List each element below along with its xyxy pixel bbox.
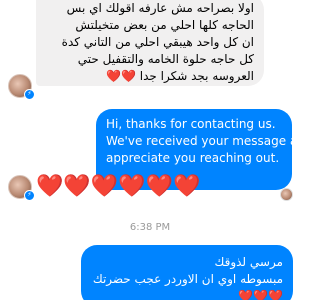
timestamp: 6:38 PM xyxy=(129,222,171,233)
incoming-message-bubble[interactable]: اولا بصراحه مش عارفه اقولك اي بس الحاجه … xyxy=(36,0,264,86)
message-line: We've received your message and xyxy=(106,134,300,148)
message-line: الحاجه كلها احلي من بعض متخيلتش xyxy=(75,18,254,32)
message-line: كل حاجه حلوة الخامه والتقفيل حتي xyxy=(77,52,254,66)
message-line: مبسوطه اوي ان الاوردر عجب حضرتك xyxy=(92,272,283,286)
heart-emoji: ❤️❤️❤️ xyxy=(238,289,283,300)
heart-emoji: ❤️❤️ xyxy=(106,69,136,83)
message-line: مرسي لذوقك xyxy=(214,255,283,269)
message-line: Hi, thanks for contacting us. xyxy=(106,117,276,131)
heart-emoji-message[interactable]: ❤️❤️❤️❤️❤️❤️ xyxy=(36,172,200,202)
messenger-badge-icon: ⚡ xyxy=(24,190,35,201)
message-line-with-emoji: العروسه بجد شكرا جدا ❤️❤️ xyxy=(46,68,254,85)
message-line: appreciate you reaching out. xyxy=(106,151,280,165)
message-line: اولا بصراحه مش عارفه اقولك اي بس xyxy=(66,1,254,15)
message-line: ان كل واحد هيبقي احلي من التاني كدة xyxy=(61,35,254,49)
messenger-badge-icon: ⚡ xyxy=(24,89,35,100)
chat-screen: اولا بصراحه مش عارفه اقولك اي بس الحاجه … xyxy=(0,0,300,300)
read-receipt-avatar xyxy=(280,188,293,201)
outgoing-message-bubble[interactable]: مرسي لذوقك مبسوطه اوي ان الاوردر عجب حضر… xyxy=(81,245,293,300)
message-line: العروسه بجد شكرا جدا xyxy=(139,69,254,83)
